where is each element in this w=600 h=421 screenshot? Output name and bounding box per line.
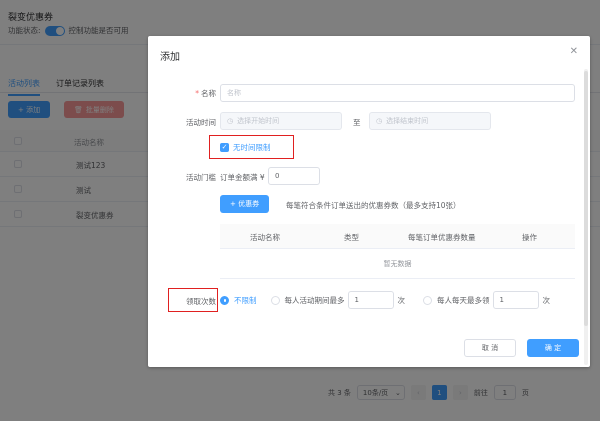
threshold-amount-input[interactable]: 0: [268, 167, 320, 185]
start-time-placeholder: 选择开始时间: [237, 117, 280, 125]
dialog-title: 添加: [160, 52, 180, 63]
column-actions: 操作: [522, 233, 537, 242]
radio-per-day[interactable]: 每人每天最多领: [423, 295, 490, 306]
coupon-table: 活动名称 类型 每笔订单优惠券数量 操作 暂无数据: [220, 224, 575, 279]
radio-unlimited-label: 不限制: [234, 295, 257, 305]
claim-count-options: 不限制 每人活动期间最多 1 次 每人每天最多领 1 次: [220, 291, 551, 309]
clock-icon: ◷: [227, 117, 234, 125]
no-time-limit-checkbox[interactable]: ✓ 无时间限制: [220, 142, 271, 153]
unit-label: 次: [542, 295, 551, 305]
per-day-count-input[interactable]: 1: [492, 291, 539, 309]
radio-per-activity[interactable]: 每人活动期间最多: [270, 295, 345, 306]
no-time-limit-label: 无时间限制: [233, 143, 271, 152]
coupon-hint: 每笔符合条件订单送出的优惠券数（最多支持10张）: [286, 201, 461, 210]
name-placeholder: 名称: [227, 89, 241, 97]
threshold-label: 活动门槛: [186, 173, 216, 182]
name-label: * 名称: [195, 89, 216, 98]
required-mark: *: [195, 89, 199, 98]
column-activity-name: 活动名称: [250, 233, 280, 242]
radio-unchecked-icon: [423, 295, 432, 305]
time-range-separator: 至: [353, 118, 361, 127]
column-type: 类型: [344, 233, 359, 242]
end-time-input[interactable]: ◷ 选择结束时间: [369, 112, 491, 130]
end-time-placeholder: 选择结束时间: [386, 117, 429, 125]
claim-count-label: 领取次数: [186, 297, 216, 306]
time-label: 活动时间: [186, 118, 216, 127]
add-coupon-button[interactable]: + 优惠券: [220, 195, 270, 213]
confirm-button[interactable]: 确 定: [527, 339, 579, 357]
clock-icon: ◷: [376, 117, 383, 125]
coupon-table-header: 活动名称 类型 每笔订单优惠券数量 操作: [220, 224, 575, 249]
radio-checked-icon: [220, 295, 229, 305]
column-coupon-count: 每笔订单优惠券数量: [408, 233, 476, 242]
name-input[interactable]: 名称: [220, 84, 575, 102]
radio-unchecked-icon: [270, 295, 280, 305]
per-activity-count-input[interactable]: 1: [347, 291, 394, 309]
threshold-amount-value: 0: [275, 172, 280, 180]
unit-label: 次: [397, 295, 406, 305]
check-icon: ✓: [220, 143, 229, 152]
cancel-button[interactable]: 取 消: [464, 339, 516, 357]
close-icon[interactable]: ✕: [570, 46, 578, 57]
start-time-input[interactable]: ◷ 选择开始时间: [220, 112, 342, 130]
radio-per-activity-label: 每人活动期间最多: [284, 295, 345, 305]
radio-unlimited[interactable]: 不限制: [220, 295, 257, 306]
add-dialog: 添加 ✕ * 名称 名称 活动时间 ◷ 选择开始时间 至 ◷ 选择结束时间 ✓ 无…: [148, 36, 590, 367]
dialog-scrollbar[interactable]: [584, 69, 588, 365]
threshold-prefix: 订单金额满 ¥: [220, 173, 265, 182]
empty-data-text: 暂无数据: [220, 249, 575, 279]
radio-per-day-label: 每人每天最多领: [437, 295, 490, 305]
